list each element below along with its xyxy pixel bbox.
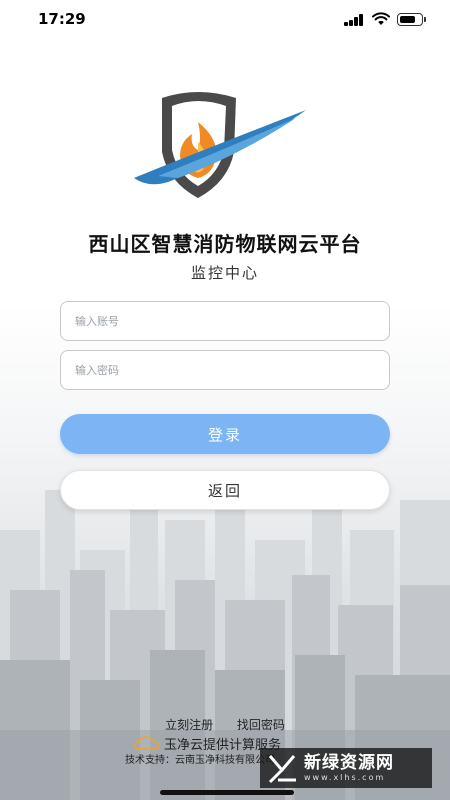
shield-flame-logo	[134, 92, 306, 198]
recover-password-link[interactable]: 找回密码	[237, 718, 285, 732]
signal-icon	[344, 14, 366, 26]
wifi-icon	[372, 12, 390, 25]
status-bar: 17:29	[0, 0, 450, 40]
back-button-label: 返回	[207, 481, 242, 500]
watermark-url: www.xlhs.com	[304, 773, 386, 782]
app-subtitle: 监控中心	[190, 264, 259, 282]
account-input[interactable]	[60, 301, 390, 341]
battery-level	[399, 15, 415, 23]
home-indicator[interactable]	[160, 790, 294, 795]
login-button-label: 登录	[207, 425, 242, 444]
app-title: 西山区智慧消防物联网云平台	[88, 232, 362, 256]
back-button[interactable]: 返回	[60, 470, 390, 510]
password-input[interactable]	[60, 350, 390, 390]
watermark: 新绿资源网 www.xlhs.com	[260, 748, 432, 788]
battery-icon	[397, 13, 426, 26]
cloud-icon	[134, 736, 159, 750]
support-text: 技术支持：云南玉净科技有限公司	[125, 755, 275, 766]
login-screen: 17:29 西山区智慧消防物联网云平台 监控中心 登录 返回	[0, 0, 450, 800]
watermark-logo-icon	[268, 755, 296, 784]
login-button[interactable]: 登录	[60, 414, 390, 454]
watermark-title: 新绿资源网	[304, 753, 394, 773]
footer-links: 立刻注册 找回密码	[0, 716, 450, 733]
register-link[interactable]: 立刻注册	[165, 718, 213, 732]
status-time: 17:29	[38, 10, 86, 28]
provider-row: 玉净云提供计算服务	[134, 734, 281, 753]
